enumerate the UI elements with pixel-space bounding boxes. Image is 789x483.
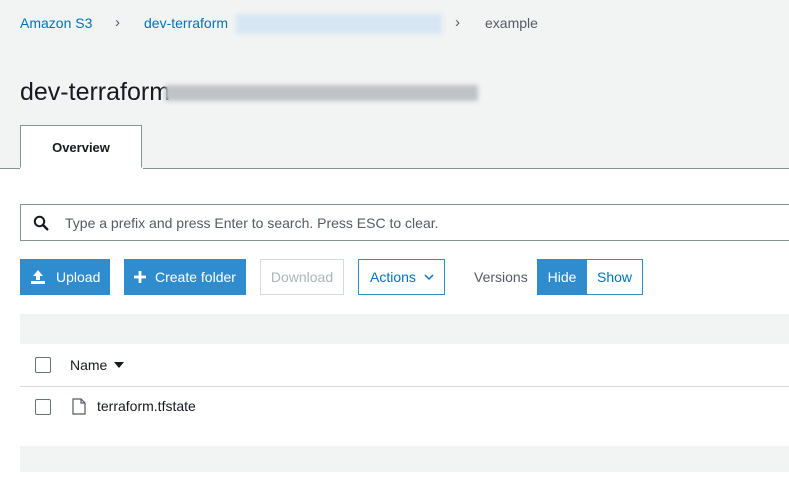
tab-overview[interactable]: Overview (20, 125, 142, 168)
breadcrumb-bucket[interactable]: dev-terraform (144, 15, 228, 31)
tab-divider (143, 168, 789, 169)
versions-show-toggle[interactable]: Show (586, 259, 643, 295)
file-icon (72, 398, 86, 415)
column-header-name[interactable]: Name (70, 357, 125, 373)
versions-hide-toggle[interactable]: Hide (537, 259, 587, 295)
search-input[interactable]: Type a prefix and press Enter to search.… (20, 204, 789, 241)
download-button[interactable]: Download (260, 259, 344, 295)
chevron-down-icon (424, 273, 434, 281)
page-title: dev-terraform- (20, 78, 179, 106)
upload-button[interactable]: Upload (20, 259, 110, 295)
select-all-checkbox[interactable] (35, 357, 51, 373)
breadcrumb-current-folder: example (485, 15, 538, 31)
plus-icon (134, 271, 146, 283)
actions-dropdown[interactable]: Actions (358, 259, 445, 295)
redacted-title-suffix (165, 85, 478, 101)
table-top-band (20, 314, 789, 344)
search-placeholder: Type a prefix and press Enter to search.… (65, 215, 439, 231)
sort-desc-icon (114, 362, 125, 369)
tab-divider (0, 168, 20, 169)
file-name-link[interactable]: terraform.tfstate (97, 398, 196, 414)
table-bottom-band (20, 446, 789, 472)
row-checkbox[interactable] (35, 399, 51, 415)
table-header-row (20, 344, 789, 387)
redacted-bucket-suffix (236, 14, 442, 34)
breadcrumb-amazon-s3[interactable]: Amazon S3 (20, 15, 92, 31)
chevron-right-icon: › (455, 14, 460, 31)
create-folder-label: Create folder (155, 269, 236, 285)
create-folder-button[interactable]: Create folder (124, 259, 246, 295)
upload-label: Upload (56, 269, 101, 285)
chevron-right-icon: › (115, 14, 120, 31)
versions-label: Versions (474, 269, 528, 285)
actions-label: Actions (370, 269, 416, 285)
column-header-name-label: Name (70, 357, 108, 373)
upload-icon (30, 269, 46, 285)
search-icon (33, 215, 49, 231)
